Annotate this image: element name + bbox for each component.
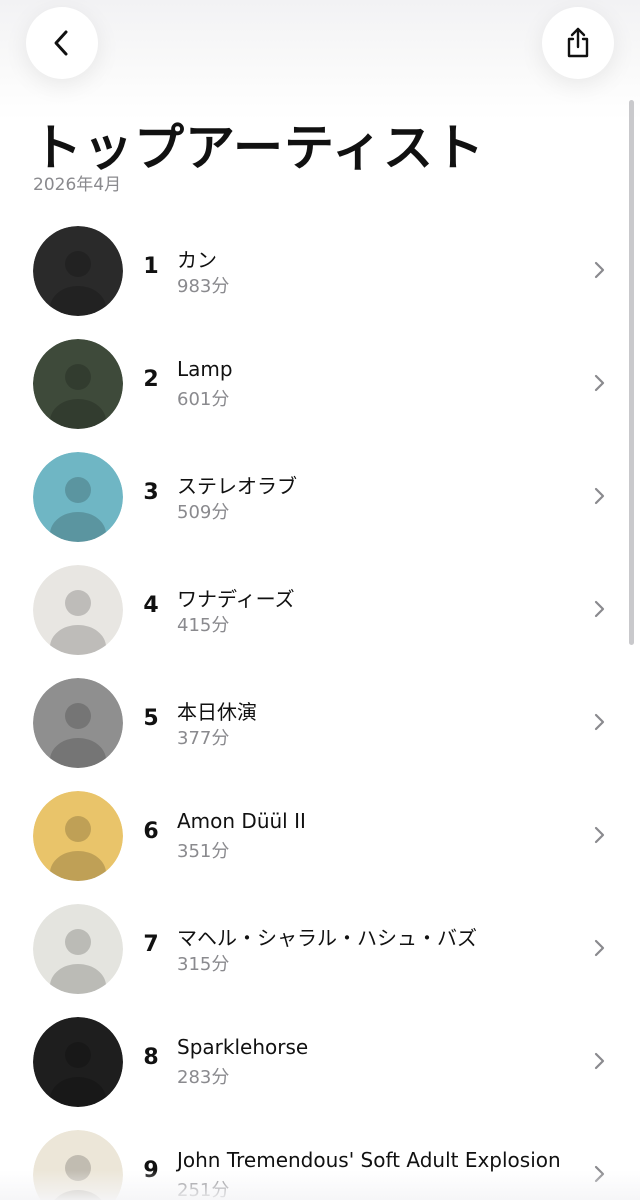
artist-rank: 2 [143,367,159,392]
artist-row[interactable]: 6 Amon Düül II 351分 [0,779,640,892]
artist-rank: 4 [143,593,159,618]
chevron-right-icon [594,261,605,279]
artist-minutes: 377分 [177,728,230,749]
page-subtitle-date: 2026年4月 [33,175,122,195]
artist-name: ステレオラブ [177,474,297,498]
chevron-right-icon [594,374,605,392]
artist-avatar [33,678,123,768]
artist-minutes: 415分 [177,615,230,636]
artist-row[interactable]: 5 本日休演 377分 [0,666,640,779]
artist-minutes: 351分 [177,841,230,862]
top-artists-screen: トップアーティスト 2026年4月 1 カン 983分 2 Lamp 601分 3 ステレオラ… [0,0,640,1200]
artist-name: 本日休演 [177,700,257,724]
artist-name: Lamp [177,357,233,381]
artist-avatar [33,791,123,881]
share-button[interactable] [542,7,614,79]
artist-rank: 8 [143,1045,159,1070]
artist-avatar [33,226,123,316]
chevron-right-icon [594,1052,605,1070]
artist-avatar [33,339,123,429]
artist-name: カン [177,248,217,272]
artist-row[interactable]: 8 Sparklehorse 283分 [0,1005,640,1118]
artist-avatar [33,452,123,542]
back-button[interactable] [26,7,98,79]
artist-minutes: 315分 [177,954,230,975]
artist-name: マヘル・シャラル・ハシュ・バズ [177,926,477,950]
artist-name: ワナディーズ [177,587,295,611]
artist-rank: 7 [143,932,159,957]
bottom-fade [0,1170,640,1200]
chevron-right-icon [594,826,605,844]
artist-minutes: 983分 [177,276,230,297]
artist-rank: 3 [143,480,159,505]
artist-rank: 5 [143,706,159,731]
artist-row[interactable]: 4 ワナディーズ 415分 [0,553,640,666]
artist-minutes: 283分 [177,1067,230,1088]
artist-name: Sparklehorse [177,1035,309,1059]
artist-row[interactable]: 3 ステレオラブ 509分 [0,440,640,553]
artist-name: John Tremendous' Soft Adult Explosion [177,1148,561,1172]
artist-rank: 1 [143,254,159,279]
chevron-left-icon [54,30,68,56]
artist-rank: 6 [143,819,159,844]
artist-avatar [33,1017,123,1107]
artist-row[interactable]: 1 カン 983分 [0,214,640,327]
chevron-right-icon [594,939,605,957]
artist-minutes: 509分 [177,502,230,523]
artist-minutes: 601分 [177,389,230,410]
top-bar-background [0,0,640,120]
artist-row[interactable]: 2 Lamp 601分 [0,327,640,440]
share-icon [567,27,589,58]
artist-avatar [33,565,123,655]
chevron-right-icon [594,713,605,731]
chevron-right-icon [594,600,605,618]
artist-name: Amon Düül II [177,809,306,833]
artist-avatar [33,904,123,994]
chevron-right-icon [594,487,605,505]
artist-row[interactable]: 7 マヘル・シャラル・ハシュ・バズ 315分 [0,892,640,1005]
